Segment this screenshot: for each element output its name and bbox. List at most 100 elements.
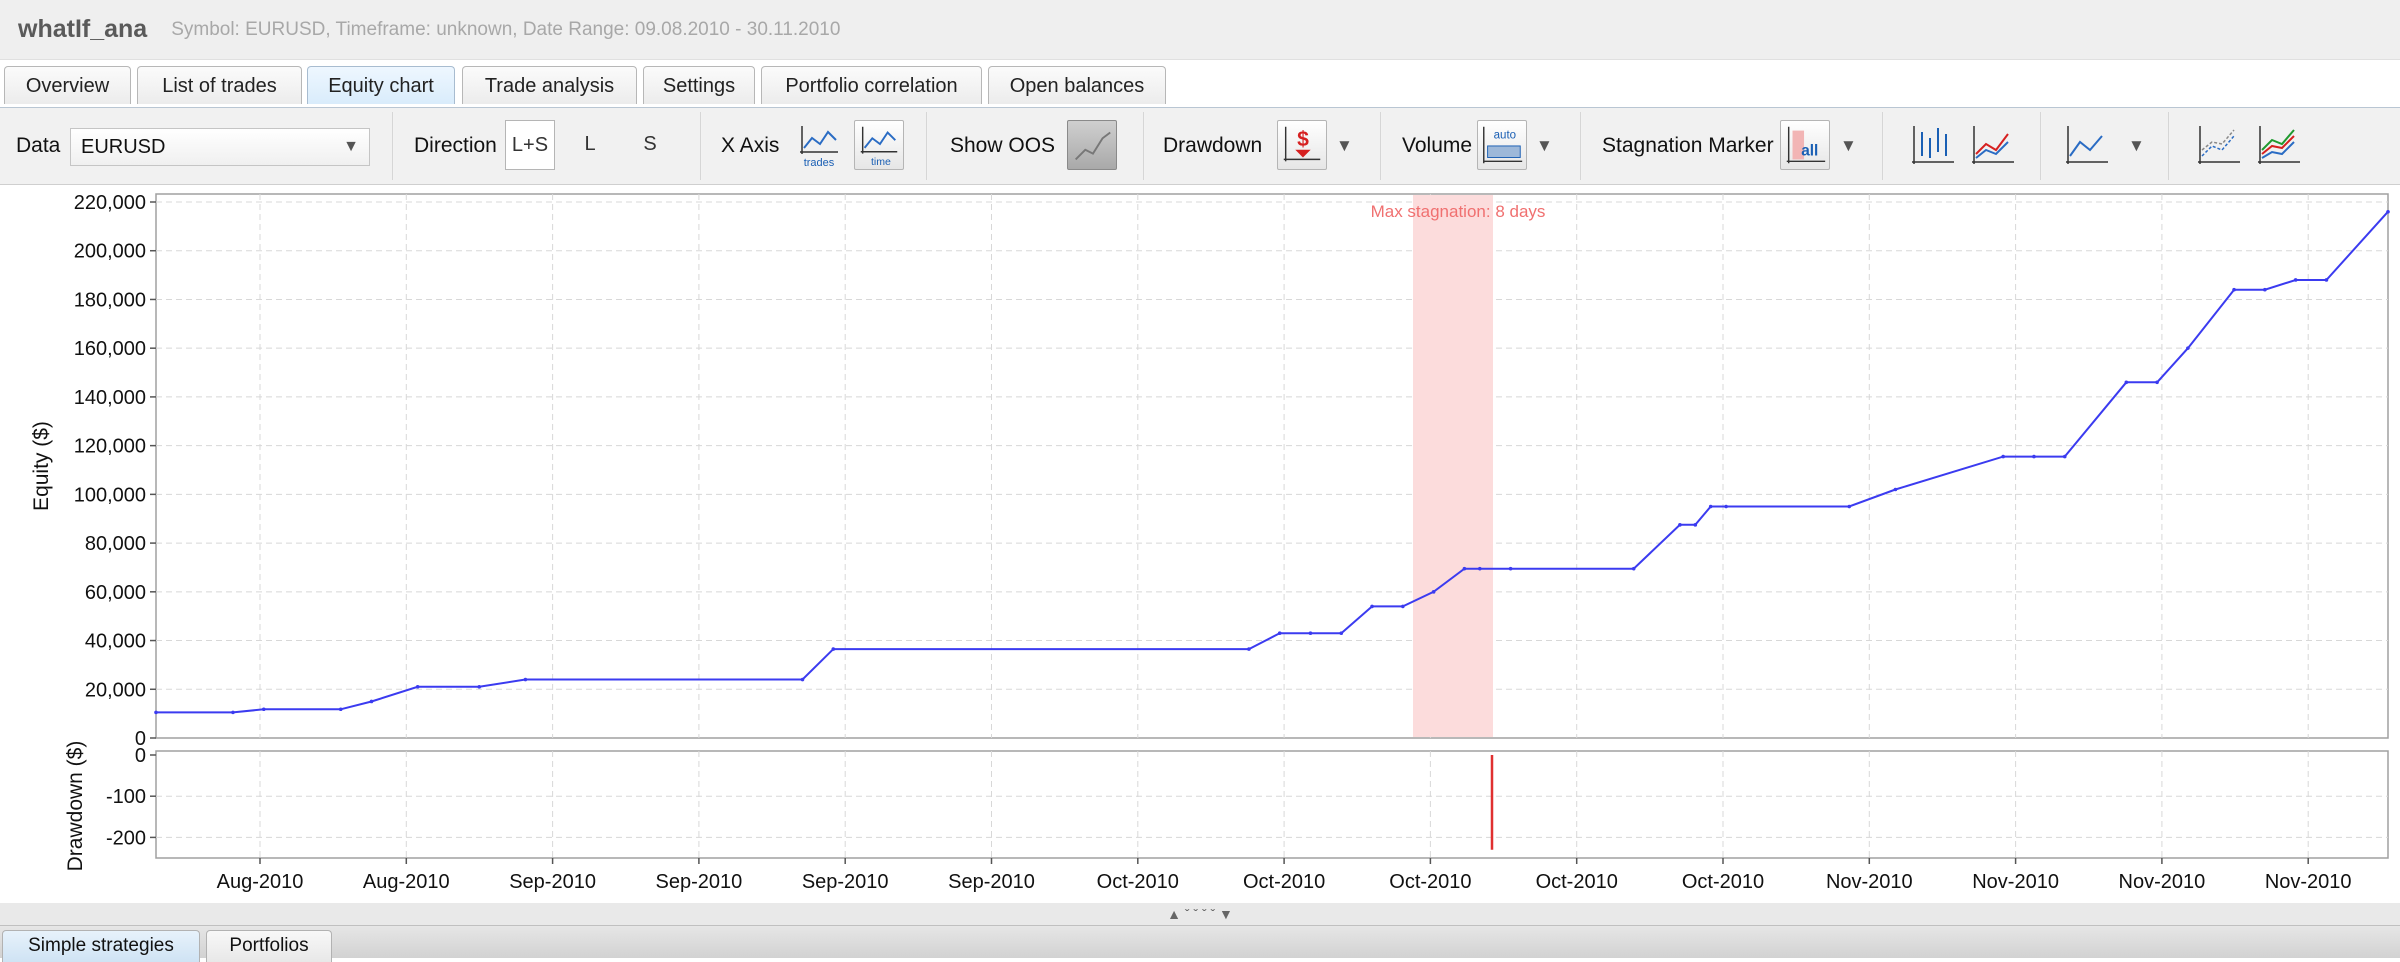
equity-point: [154, 710, 158, 715]
stagnation-dropdown-arrow-icon[interactable]: ▼: [1840, 108, 1857, 184]
panel-splitter[interactable]: ▲ ˇ ˇ ˇ ˇ ▼: [0, 903, 2400, 925]
show-oos-button[interactable]: [1067, 120, 1117, 170]
xaxis-time-button[interactable]: time: [854, 120, 904, 170]
toolbar-separator: [1143, 112, 1145, 180]
direction-long-button[interactable]: L: [565, 120, 615, 170]
equity-point: [231, 710, 235, 715]
ohlc-bars-icon: [1912, 126, 1954, 164]
x-tick-label: Nov-2010: [2119, 871, 2206, 893]
equity-point: [2324, 278, 2329, 282]
equity-point: [1277, 631, 1282, 636]
toolbar-separator: [1580, 112, 1582, 180]
x-tick-label: Oct-2010: [1243, 871, 1325, 893]
direction-short-button[interactable]: S: [625, 120, 675, 170]
line-chart-icon: [2066, 126, 2108, 164]
tab-simple-strategies[interactable]: Simple strategies: [2, 930, 200, 962]
volume-dropdown-arrow-icon[interactable]: ▼: [1536, 108, 1553, 184]
xaxis-label: X Axis: [721, 134, 780, 157]
drawdown-button[interactable]: $: [1277, 120, 1327, 170]
y-tick-label: 80,000: [85, 533, 146, 555]
svg-text:$: $: [1297, 128, 1309, 151]
equity-point: [1678, 523, 1682, 527]
xaxis-time-caption: time: [871, 156, 891, 168]
bar-chart-button[interactable]: [1908, 120, 1958, 170]
y-tick-label: 0: [135, 745, 146, 767]
toolbar-separator: [2040, 112, 2042, 180]
tab-overview[interactable]: Overview: [4, 66, 131, 104]
y-tick-label: 20,000: [85, 679, 146, 701]
multi-line-chart-button[interactable]: [2254, 120, 2304, 170]
x-tick-label: Sep-2010: [948, 871, 1035, 893]
show-oos-label: Show OOS: [950, 134, 1056, 157]
y-tick-label: 160,000: [74, 338, 146, 360]
equity-point: [1847, 504, 1852, 509]
equity-point: [1247, 647, 1251, 651]
equity-point: [415, 685, 420, 689]
app-title: whatIf_ana: [18, 15, 148, 43]
xaxis-trades-button[interactable]: trades: [794, 120, 844, 170]
tab-settings[interactable]: Settings: [643, 66, 755, 104]
x-tick-label: Aug-2010: [217, 871, 304, 893]
equity-point: [261, 707, 266, 712]
scatter-chart-icon: [2198, 126, 2240, 164]
y-tick-label: 60,000: [85, 582, 146, 604]
x-tick-label: Oct-2010: [1389, 871, 1471, 893]
x-tick-label: Sep-2010: [802, 871, 889, 893]
scatter-chart-button[interactable]: [2194, 120, 2244, 170]
x-tick-label: Aug-2010: [363, 871, 450, 893]
equity-drawdown-charts: Max stagnation: 8 days 0 20,000 40,000 60,0…: [30, 192, 2390, 893]
direction-ls-button[interactable]: L+S: [505, 120, 555, 170]
title-bar: whatIf_ana Symbol: EURUSD, Timeframe: un…: [0, 0, 2400, 60]
x-tick-label: Oct-2010: [1097, 871, 1179, 893]
toolbar-separator: [700, 112, 702, 180]
tab-open-balances[interactable]: Open balances: [988, 66, 1166, 104]
equity-point: [477, 685, 482, 689]
toolbar-separator: [1380, 112, 1382, 180]
equity-axis-title: Equity ($): [30, 421, 53, 511]
equity-point: [1508, 566, 1513, 571]
chart-type-button[interactable]: [2062, 120, 2112, 170]
equity-point: [2062, 454, 2067, 459]
equity-y-ticks: 020,00040,00060,00080,000100,000120,0001…: [74, 192, 156, 750]
stagnation-marker-button[interactable]: all: [1780, 120, 1830, 170]
equity-point: [1401, 604, 1405, 609]
y-tick-label: 180,000: [74, 289, 146, 311]
toolbar-separator: [392, 112, 394, 180]
equity-point: [1308, 631, 1313, 636]
tab-portfolio-correlation[interactable]: Portfolio correlation: [761, 66, 982, 104]
toolbar-separator: [926, 112, 928, 180]
stagnation-all-caption: all: [1801, 143, 1818, 160]
tab-trade-analysis[interactable]: Trade analysis: [462, 66, 637, 104]
volume-button[interactable]: auto: [1477, 120, 1527, 170]
drawdown-dropdown-arrow-icon[interactable]: ▼: [1336, 108, 1353, 184]
equity-point: [1370, 604, 1374, 609]
equity-point: [1478, 566, 1482, 571]
x-tick-label: Nov-2010: [2265, 871, 2352, 893]
tab-list-of-trades[interactable]: List of trades: [137, 66, 302, 104]
equity-point: [2263, 287, 2267, 292]
equity-point: [369, 699, 374, 704]
equity-point: [523, 677, 528, 682]
equity-point: [2001, 454, 2005, 459]
xaxis-time-icon: time: [860, 126, 898, 168]
stagnation-band: [1413, 195, 1493, 737]
app-subtitle: Symbol: EURUSD, Timeframe: unknown, Date…: [171, 18, 841, 40]
chart-type-dropdown-arrow-icon[interactable]: ▼: [2128, 108, 2145, 184]
toolbar-separator: [1882, 112, 1884, 180]
xaxis-trades-icon: trades: [800, 126, 838, 169]
y-tick-label: -200: [106, 827, 146, 849]
tab-portfolios[interactable]: Portfolios: [206, 930, 332, 962]
x-tick-label: Nov-2010: [1826, 871, 1913, 893]
line-chart-button[interactable]: [1968, 120, 2018, 170]
x-tick-label: Oct-2010: [1536, 871, 1618, 893]
equity-point: [1431, 590, 1436, 594]
tab-equity-chart[interactable]: Equity chart: [307, 66, 455, 104]
equity-point: [1693, 523, 1698, 527]
x-ticks: Aug-2010 Aug-2010 Sep-2010 Sep-2010 Sep-2010…: [217, 858, 2352, 893]
x-tick-label: Oct-2010: [1682, 871, 1764, 893]
equity-point: [1462, 566, 1467, 571]
data-select[interactable]: EURUSD ▼: [70, 128, 370, 166]
xaxis-trades-caption: trades: [804, 157, 835, 169]
equity-point: [2232, 287, 2236, 292]
y-tick-label: 140,000: [74, 387, 146, 409]
